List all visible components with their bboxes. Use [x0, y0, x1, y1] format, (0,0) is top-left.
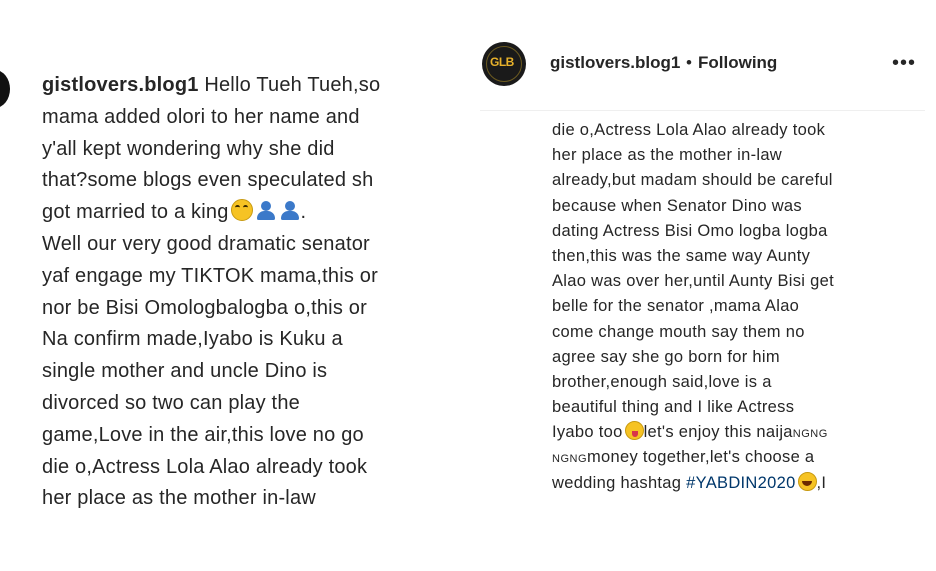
caption-line: belle for the senator ,mama Alao [552, 297, 800, 316]
caption-line: Iyabo too let's enjoy this naijaNGNG [552, 421, 828, 442]
avatar-logo: GLB [490, 55, 514, 69]
separator-dot: • [686, 53, 692, 72]
caption-line: die o,Actress Lola Alao already took [42, 455, 368, 478]
right-caption: die o,Actress Lola Alao already took her… [552, 118, 924, 496]
caption-line: that?some blogs even speculated sh [42, 169, 374, 192]
caption-line: game,Love in the air,this love no go [42, 423, 364, 446]
caption-line: Well our very good dramatic senator [42, 232, 370, 255]
caption-line: NGNGmoney together,let's choose a [552, 448, 815, 467]
caption-line: nor be Bisi Omologbalogba o,this or [42, 296, 367, 319]
username-link[interactable]: gistlovers.blog1 [550, 53, 680, 73]
following-button[interactable]: Following [698, 53, 777, 73]
laugh-emoji [797, 471, 817, 491]
rofl-emoji [230, 199, 253, 222]
caption-line: dating Actress Bisi Omo logba logba [552, 221, 828, 240]
caption-line: mama added olori to her name and [42, 105, 360, 128]
caption-line: then,this was the same way Aunty [552, 246, 811, 265]
more-options-icon[interactable]: ••• [892, 52, 916, 75]
caption-line: divorced so two can play the [42, 391, 300, 414]
left-caption: gistlovers.blog1 Hello Tueh Tueh,so mama… [42, 70, 448, 515]
caption-line: her place as the mother in-law [42, 487, 316, 510]
caption-line: her place as the mother in-law [552, 146, 783, 165]
caption-line: agree say she go born for him [552, 347, 780, 366]
caption-line: beautiful thing and I like Actress [552, 398, 795, 417]
caption-line: die o,Actress Lola Alao already took [552, 121, 826, 139]
caption-line: y'all kept wondering why she did [42, 137, 335, 160]
caption-line: got married to a king. [42, 199, 307, 224]
caption-line: Alao was over her,until Aunty Bisi get [552, 272, 834, 291]
avatar[interactable]: GLB [482, 42, 526, 86]
user-emoji [255, 201, 277, 221]
caption-line: come change mouth say them no [552, 322, 805, 341]
tongue-emoji [624, 421, 644, 441]
avatar[interactable] [0, 70, 10, 108]
caption-line: Na confirm made,Iyabo is Kuku a [42, 328, 343, 351]
user-emoji [279, 201, 301, 221]
caption-line: brother,enough said,love is a [552, 372, 772, 391]
caption-line: single mother and uncle Dino is [42, 360, 328, 383]
post-header: GLB gistlovers.blog1 • Following ••• [480, 22, 925, 111]
caption-line: already,but madam should be careful [552, 171, 833, 190]
right-post-panel: GLB gistlovers.blog1 • Following ••• die… [480, 22, 925, 507]
caption-line: yaf engage my TIKTOK mama,this or [42, 264, 378, 287]
left-post-panel: gistlovers.blog1 Hello Tueh Tueh,so mama… [0, 40, 448, 520]
username-link[interactable]: gistlovers.blog1 [42, 74, 199, 96]
hashtag-link[interactable]: #YABDIN2020 [686, 474, 795, 492]
caption-line: because when Senator Dino was [552, 196, 802, 215]
caption-line: gistlovers.blog1 Hello Tueh Tueh,so [42, 74, 381, 96]
caption-line: wedding hashtag #YABDIN2020 ,I [552, 471, 827, 492]
